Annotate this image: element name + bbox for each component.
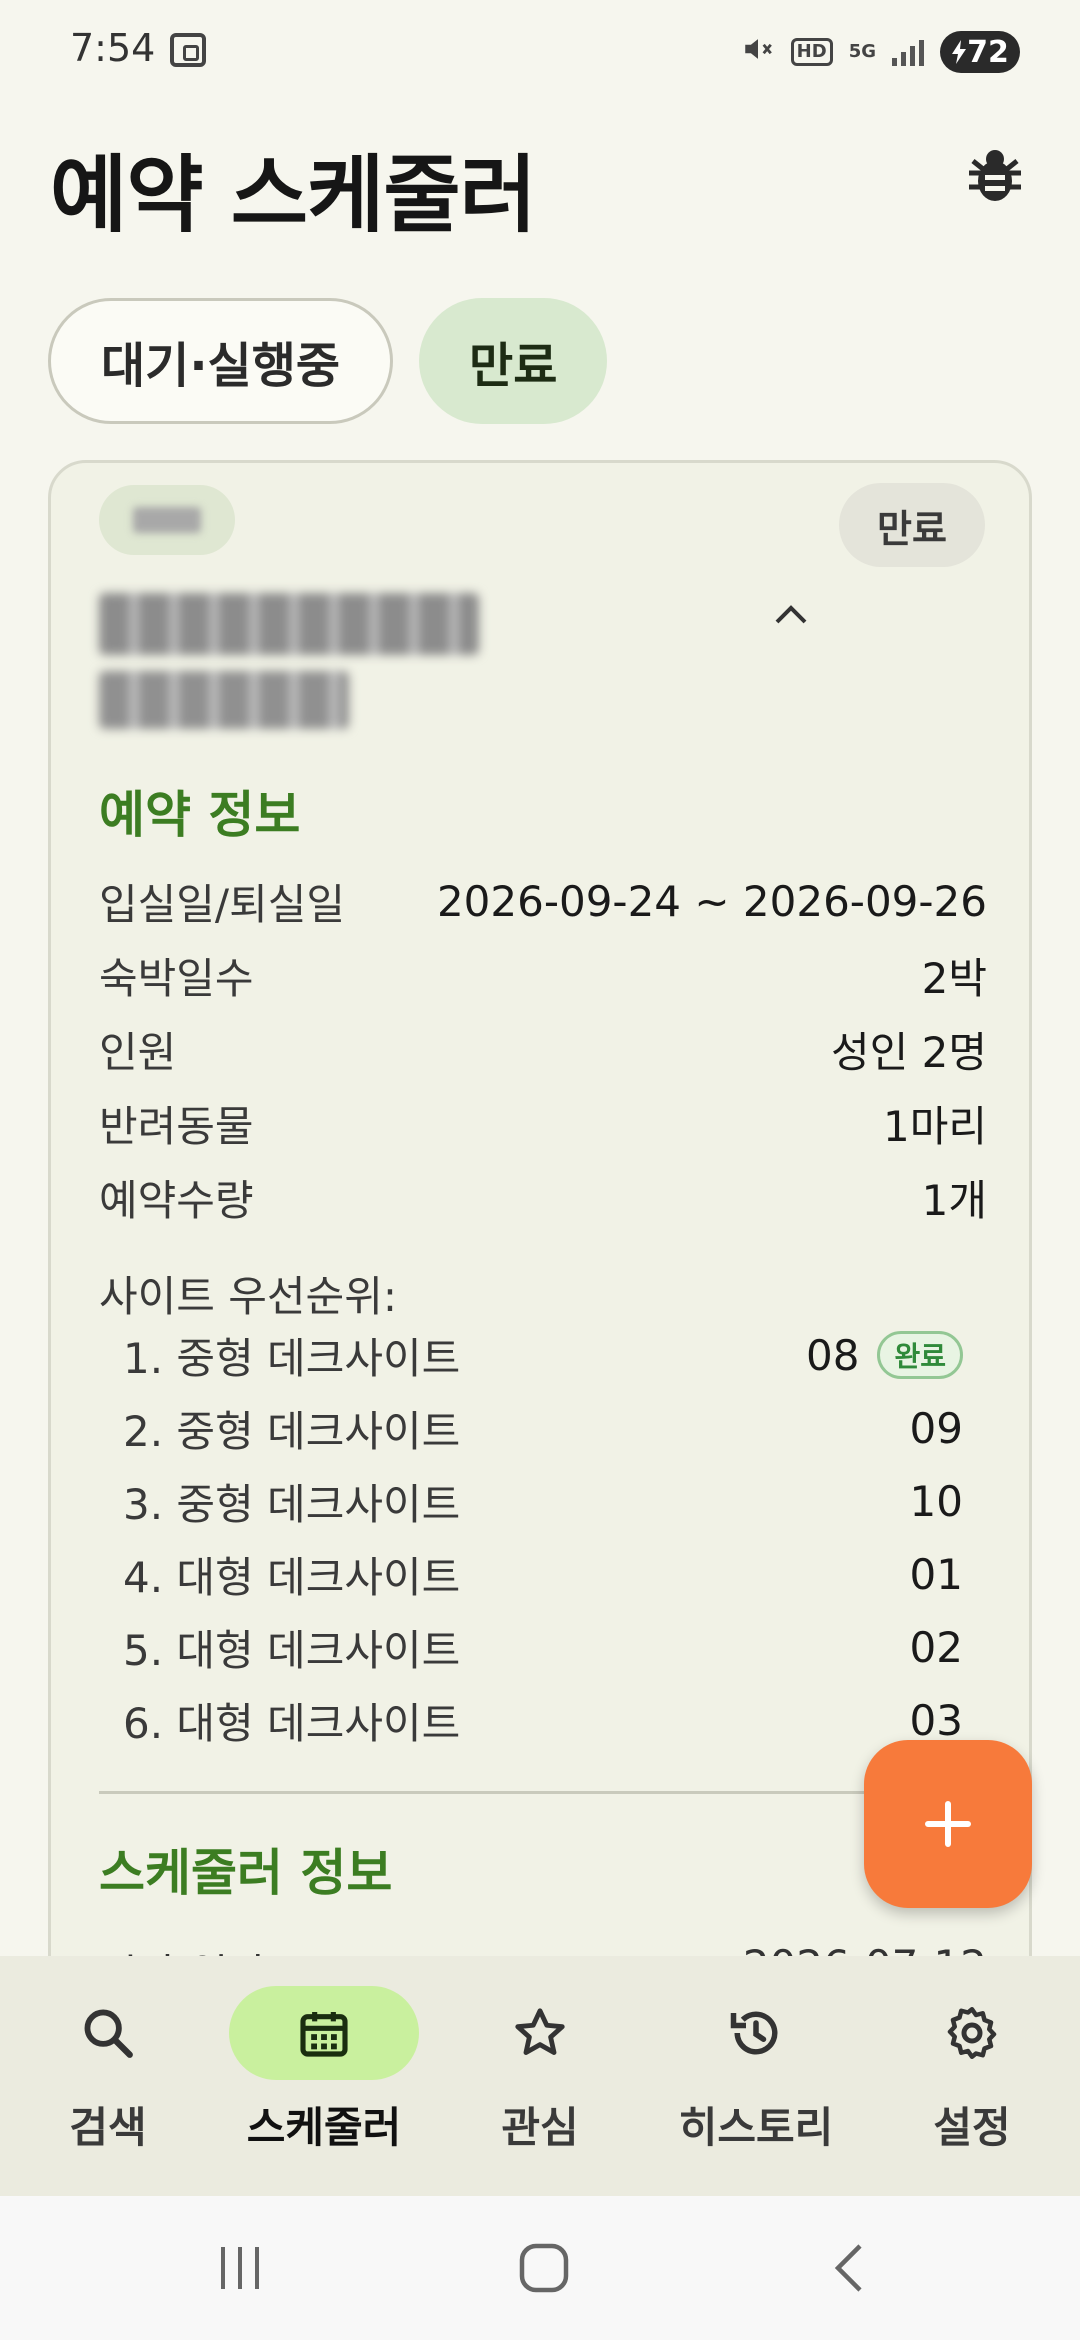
home-icon xyxy=(519,2243,569,2293)
site-number: 10 xyxy=(909,1476,963,1526)
redacted-campsite-name-line2 xyxy=(99,671,349,729)
network-type-icon: 5G xyxy=(848,41,876,62)
recent-apps-button[interactable] xyxy=(210,2236,270,2300)
site-name: 6. 대형 데크사이트 xyxy=(123,1698,461,1748)
site-name: 5. 대형 데크사이트 xyxy=(123,1625,461,1675)
nav-item-scheduler[interactable]: 스케줄러 xyxy=(216,1956,432,2196)
gear-icon xyxy=(947,2007,997,2059)
site-number: 01 xyxy=(909,1549,963,1599)
site-number: 09 xyxy=(909,1403,963,1453)
nav-item-history[interactable]: 히스토리 xyxy=(648,1956,864,2196)
search-icon xyxy=(84,2009,133,2058)
mute-icon xyxy=(741,32,775,73)
nav-label: 히스토리 xyxy=(678,2103,834,2152)
bottom-navigation: 검색 스케줄러 관심 히스토리 설정 xyxy=(0,1956,1080,2196)
filter-tabs: 대기·실행중 만료 xyxy=(48,298,608,424)
site-name: 3. 중형 데크사이트 xyxy=(123,1479,461,1529)
home-button[interactable] xyxy=(514,2236,574,2300)
star-icon xyxy=(515,2008,565,2055)
info-row-nights: 숙박일수 2박 xyxy=(99,945,987,1005)
chevron-up-icon xyxy=(775,605,807,624)
add-reservation-button[interactable] xyxy=(864,1740,1032,1908)
site-priority-row: 3. 중형 데크사이트 10 xyxy=(123,1471,963,1531)
status-icons: HD 5G 72 xyxy=(741,30,1020,74)
info-label: 숙박일수 xyxy=(99,953,254,1003)
done-badge: 완료 xyxy=(877,1331,963,1379)
site-priority-row: 5. 대형 데크사이트 02 xyxy=(123,1617,963,1677)
info-value: 1개 xyxy=(921,1175,987,1225)
nav-label: 설정 xyxy=(933,2103,1011,2152)
site-priority-row: 4. 대형 데크사이트 01 xyxy=(123,1544,963,1604)
tab-expired[interactable]: 만료 xyxy=(419,298,608,424)
app-screen: 7:54 HD 5G 72 예약 스케줄러 대기·실행중 만료 만료 예약 정보… xyxy=(0,0,1080,2340)
site-number: 08 xyxy=(806,1330,860,1380)
nav-label: 관심 xyxy=(501,2103,579,2152)
scheduler-info-title: 스케줄러 정보 xyxy=(99,1844,393,1902)
info-row-guests: 인원 성인 2명 xyxy=(99,1019,987,1079)
nav-item-search[interactable]: 검색 xyxy=(0,1956,216,2196)
site-name: 1. 중형 데크사이트 xyxy=(123,1333,461,1383)
battery-indicator: 72 xyxy=(940,31,1020,73)
redacted-campsite-name xyxy=(99,593,479,655)
info-label: 인원 xyxy=(99,1027,177,1077)
site-name: 2. 중형 데크사이트 xyxy=(123,1406,461,1456)
signal-icon xyxy=(892,38,924,66)
section-divider xyxy=(99,1791,987,1794)
site-name: 4. 대형 데크사이트 xyxy=(123,1552,461,1602)
history-icon xyxy=(730,2011,778,2055)
info-row-pets: 반려동물 1마리 xyxy=(99,1093,987,1153)
info-value: 2박 xyxy=(921,953,987,1003)
info-label: 반려동물 xyxy=(99,1101,254,1151)
screenshot-indicator-icon xyxy=(170,33,206,67)
nav-label: 검색 xyxy=(69,2103,147,2152)
page-title: 예약 스케줄러 xyxy=(50,146,537,244)
charging-icon xyxy=(952,40,967,64)
reservation-info-title: 예약 정보 xyxy=(99,786,301,844)
bug-icon xyxy=(969,150,1021,201)
info-value: 1마리 xyxy=(882,1101,987,1151)
hd-voice-icon: HD xyxy=(790,38,833,66)
calendar-icon xyxy=(300,2012,348,2057)
debug-button[interactable] xyxy=(958,138,1032,212)
site-priority-row: 2. 중형 데크사이트 09 xyxy=(123,1398,963,1458)
back-button[interactable] xyxy=(820,2236,880,2300)
info-row-dates: 입실일/퇴실일 2026-09-24 ~ 2026-09-26 xyxy=(99,871,987,931)
system-navigation-bar xyxy=(0,2196,1080,2340)
status-badge: 만료 xyxy=(839,483,985,567)
nav-item-favorites[interactable]: 관심 xyxy=(432,1956,648,2196)
info-value: 성인 2명 xyxy=(831,1027,987,1077)
site-priority-label: 사이트 우선순위: xyxy=(99,1272,397,1321)
back-icon xyxy=(834,2244,862,2292)
status-time: 7:54 xyxy=(70,26,156,70)
collapse-button[interactable] xyxy=(759,583,823,647)
redacted-chip xyxy=(99,485,235,555)
battery-level: 72 xyxy=(967,34,1009,70)
info-value: 2026-09-24 ~ 2026-09-26 xyxy=(436,876,987,926)
site-number: 02 xyxy=(909,1622,963,1672)
info-row-quantity: 예약수량 1개 xyxy=(99,1167,987,1227)
plus-icon xyxy=(925,1801,971,1847)
site-priority-row: 1. 중형 데크사이트 08 완료 xyxy=(123,1325,963,1385)
site-number: 03 xyxy=(909,1695,963,1745)
tab-waiting-running[interactable]: 대기·실행중 xyxy=(48,298,394,424)
info-label: 입실일/퇴실일 xyxy=(99,879,345,929)
status-bar: 7:54 HD 5G 72 xyxy=(0,0,1080,100)
recent-apps-icon xyxy=(221,2247,259,2289)
site-priority-row: 6. 대형 데크사이트 03 xyxy=(123,1690,963,1750)
nav-item-settings[interactable]: 설정 xyxy=(864,1956,1080,2196)
nav-label: 스케줄러 xyxy=(246,2103,402,2152)
info-label: 예약수량 xyxy=(99,1175,254,1225)
